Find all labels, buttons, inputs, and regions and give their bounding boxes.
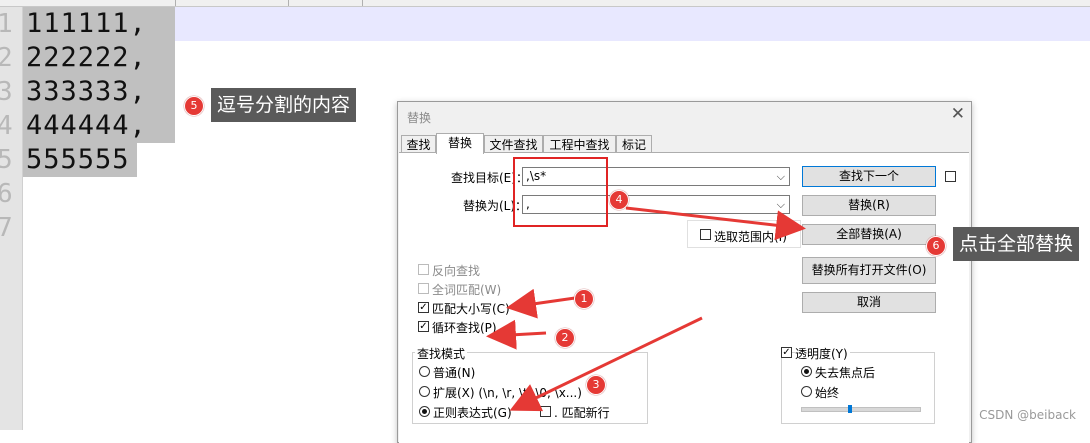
replace-button[interactable]: 替换(R) — [802, 195, 936, 216]
tab-mark[interactable]: 标记 — [616, 135, 652, 153]
cancel-button[interactable]: 取消 — [802, 292, 936, 313]
always-label: 始终 — [815, 386, 840, 400]
dot-newline-checkbox[interactable] — [540, 406, 551, 417]
backward-label: 反向查找 — [432, 264, 481, 278]
find-next-option-checkbox[interactable] — [945, 171, 956, 182]
mode-normal-label: 普通(N) — [433, 366, 476, 380]
tab-separator — [288, 0, 289, 6]
editor-line[interactable]: 555555 — [26, 143, 130, 177]
line-number: 2 — [0, 43, 13, 73]
line-number: 6 — [0, 179, 13, 209]
editor-line[interactable]: 111111, — [26, 7, 147, 41]
line-number: 4 — [0, 111, 13, 141]
line-number-gutter: 1 2 3 4 5 6 7 — [0, 7, 23, 430]
annotation-badge-2: 2 — [555, 328, 575, 348]
line-number: 1 — [0, 9, 13, 39]
line-number: 7 — [0, 213, 13, 243]
editor-line[interactable]: 222222, — [26, 41, 147, 75]
transparency-checkbox[interactable]: ✓ — [781, 347, 792, 358]
replace-all-open-files-button[interactable]: 替换所有打开文件(O) — [802, 257, 936, 284]
mode-regex-label: 正则表达式(G) — [433, 406, 512, 420]
mode-extended-label: 扩展(X) (\n, \r, \t, \0, \x...) — [433, 386, 582, 400]
backward-checkbox — [418, 264, 429, 275]
replace-tab-panel: 查找目标(E)： ,\s* ⌵ 替换为(L)： , ⌵ 查找下一个 替换(R) … — [399, 152, 969, 443]
replace-all-button[interactable]: 全部替换(A) — [802, 224, 936, 245]
chevron-down-icon[interactable]: ⌵ — [777, 196, 785, 213]
editor-tab-strip — [0, 0, 1090, 7]
always-radio[interactable] — [801, 386, 812, 397]
find-next-button[interactable]: 查找下一个 — [802, 166, 936, 187]
in-selection-checkbox[interactable] — [700, 229, 711, 240]
in-selection-label: 选取范围内(I) — [714, 230, 787, 244]
annotation-badge-5: 5 — [184, 96, 204, 116]
dot-newline-label: . 匹配新行 — [554, 406, 610, 420]
mode-regex-radio[interactable] — [419, 406, 430, 417]
editor-line[interactable]: 333333, — [26, 75, 147, 109]
transparency-label: 透明度(Y) — [795, 345, 850, 362]
highlight-box — [513, 157, 608, 227]
wrap-around-label: 循环查找(P) — [432, 321, 497, 335]
annotation-badge-1: 1 — [574, 289, 594, 309]
match-case-label: 匹配大小写(C) — [432, 302, 510, 316]
transparency-slider[interactable] — [801, 407, 921, 412]
annotation-callout-5: 逗号分割的内容 — [211, 88, 357, 122]
annotation-badge-6: 6 — [926, 236, 946, 256]
chevron-down-icon[interactable]: ⌵ — [777, 168, 785, 185]
replace-dialog: 替换 ✕ 查找 替换 文件查找 工程中查找 标记 查找目标(E)： ,\s* ⌵… — [397, 101, 972, 443]
wrap-around-checkbox[interactable]: ✓ — [418, 321, 429, 332]
on-lose-focus-label: 失去焦点后 — [815, 366, 876, 380]
transparency-slider-thumb[interactable] — [848, 405, 853, 413]
whole-word-label: 全词匹配(W) — [432, 283, 502, 297]
dialog-title: 替换 — [407, 111, 432, 125]
tab-separator — [175, 0, 176, 6]
line-number: 3 — [0, 77, 13, 107]
close-icon[interactable]: ✕ — [951, 104, 965, 124]
tab-find[interactable]: 查找 — [401, 135, 436, 153]
tab-replace[interactable]: 替换 — [436, 133, 484, 154]
tab-separator — [362, 0, 363, 6]
line-number: 5 — [0, 145, 13, 175]
current-line-highlight — [23, 7, 1090, 41]
mode-normal-radio[interactable] — [419, 366, 430, 377]
tab-find-in-files[interactable]: 文件查找 — [484, 135, 543, 153]
watermark: CSDN @beiback — [979, 408, 1076, 422]
mode-extended-radio[interactable] — [419, 386, 430, 397]
editor-line[interactable]: 444444, — [26, 109, 147, 143]
annotation-badge-3: 3 — [586, 375, 606, 395]
annotation-callout-6: 点击全部替换 — [953, 227, 1080, 261]
dialog-tabs: 查找 替换 文件查找 工程中查找 标记 — [398, 133, 971, 154]
search-mode-title: 查找模式 — [415, 345, 468, 362]
match-case-checkbox[interactable]: ✓ — [418, 302, 429, 313]
annotation-badge-4: 4 — [609, 190, 629, 210]
tab-find-in-project[interactable]: 工程中查找 — [543, 135, 616, 153]
on-lose-focus-radio[interactable] — [801, 366, 812, 377]
whole-word-checkbox — [418, 283, 429, 294]
